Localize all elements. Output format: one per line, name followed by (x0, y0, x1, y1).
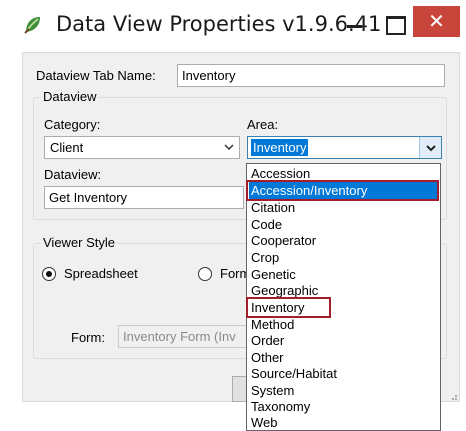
dialog-window: Data View Properties v1.9.6.41 ✕ Datavie… (0, 0, 466, 431)
form-select: Inventory Form (Inv (118, 325, 248, 348)
window-title: Data View Properties v1.9.6.41 (56, 12, 382, 36)
spreadsheet-radio-label: Spreadsheet (64, 266, 138, 281)
chevron-down-icon (426, 145, 436, 152)
minimize-button[interactable] (334, 9, 374, 39)
maximize-button[interactable] (374, 9, 414, 39)
chevron-down-icon (224, 144, 234, 151)
spreadsheet-radio[interactable] (42, 267, 56, 281)
dropdown-item-cooperator[interactable]: Cooperator (249, 232, 438, 249)
category-label: Category: (44, 117, 101, 132)
category-select[interactable]: Client (44, 136, 240, 159)
area-label: Area: (247, 117, 279, 132)
area-selected-value: Inventory (249, 138, 310, 157)
title-bar: Data View Properties v1.9.6.41 ✕ (8, 6, 460, 46)
highlight-outline-inventory (246, 297, 331, 318)
dropdown-item-other[interactable]: Other (249, 349, 438, 366)
form-label: Form: (71, 330, 105, 345)
close-button[interactable]: ✕ (413, 6, 460, 37)
dataview-select[interactable]: Get Inventory (44, 186, 244, 209)
area-dropdown-list: Accession Accession/Inventory Citation C… (246, 163, 441, 431)
dropdown-item-source-habitat[interactable]: Source/Habitat (249, 365, 438, 382)
dataview-label: Dataview: (44, 167, 102, 182)
highlight-outline-accession-inventory (246, 180, 439, 201)
dropdown-item-crop[interactable]: Crop (249, 249, 438, 266)
resize-grip-icon[interactable] (448, 391, 458, 401)
dropdown-item-code[interactable]: Code (249, 216, 438, 233)
area-dropdown-button[interactable] (419, 137, 441, 158)
form-radio[interactable] (198, 267, 212, 281)
tab-name-label: Dataview Tab Name: (36, 68, 156, 83)
viewer-style-group-title: Viewer Style (41, 235, 118, 250)
dataview-group-title: Dataview (41, 89, 99, 104)
area-select[interactable]: Inventory (247, 136, 442, 159)
tab-name-input[interactable]: Inventory (177, 64, 445, 87)
dropdown-item-method[interactable]: Method (249, 316, 438, 333)
dropdown-item-taxonomy[interactable]: Taxonomy (249, 398, 438, 415)
dropdown-item-order[interactable]: Order (249, 332, 438, 349)
leaf-app-icon (24, 17, 40, 34)
dropdown-item-genetic[interactable]: Genetic (249, 266, 438, 283)
dropdown-item-system[interactable]: System (249, 382, 438, 399)
dropdown-item-citation[interactable]: Citation (249, 199, 438, 216)
category-value: Client (50, 140, 84, 155)
dropdown-item-web[interactable]: Web (249, 414, 438, 431)
